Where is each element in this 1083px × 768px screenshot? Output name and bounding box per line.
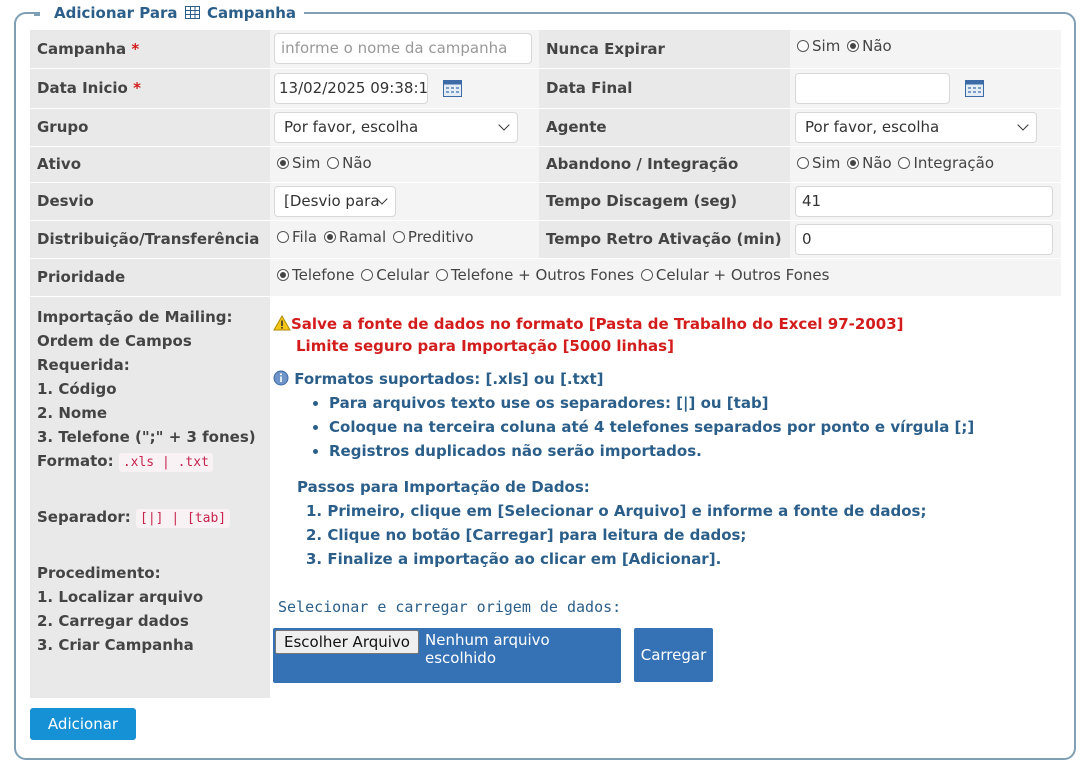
- abandono-sim-radio[interactable]: Sim: [797, 154, 842, 172]
- prioridade-celular-radio[interactable]: Celular: [361, 266, 431, 284]
- prioridade-label: Prioridade: [30, 258, 270, 297]
- import-steps: Passos para Importação de Dados: 1. Prim…: [297, 477, 927, 568]
- formato-code: .xls | .txt: [118, 452, 213, 472]
- abandono-label: Abandono / Integração: [539, 146, 790, 183]
- import-instructions: Importação de Mailing: Ordem de Campos R…: [30, 296, 270, 698]
- calendar-icon[interactable]: [964, 79, 984, 97]
- ativo-label: Ativo: [30, 146, 270, 183]
- file-name-text: Nenhum arquivo escolhido: [425, 630, 550, 667]
- tempo-discagem-label: Tempo Discagem (seg): [539, 182, 790, 221]
- desvio-label: Desvio: [30, 182, 270, 221]
- agente-label: Agente: [539, 108, 790, 147]
- ativo-sim-radio[interactable]: Sim: [277, 154, 322, 172]
- file-input[interactable]: Escolher Arquivo Nenhum arquivo escolhid…: [273, 627, 621, 683]
- campaign-form-table: Campanha * informe o nome da campanha Nu…: [30, 30, 1061, 698]
- import-panel: Salve a fonte de dados no formato [Pasta…: [270, 296, 1061, 698]
- prioridade-celular-outros-radio[interactable]: Celular + Outros Fones: [640, 266, 832, 284]
- prioridade-telefone-outros-radio[interactable]: Telefone + Outros Fones: [435, 266, 636, 284]
- load-button[interactable]: Carregar: [634, 627, 713, 682]
- chevron-down-icon: [1017, 118, 1029, 131]
- table-grid-icon: [184, 6, 200, 19]
- tempo-discagem-input[interactable]: 41: [795, 185, 1053, 217]
- ativo-nao-radio[interactable]: Não: [327, 154, 374, 172]
- data-final-input[interactable]: [795, 72, 950, 104]
- tempo-retro-label: Tempo Retro Ativação (min): [539, 220, 790, 259]
- chevron-down-icon: [498, 118, 510, 131]
- data-inicio-input[interactable]: 13/02/2025 09:38:1: [274, 72, 428, 104]
- import-warning: Salve a fonte de dados no formato [Pasta…: [273, 313, 1051, 357]
- warning-icon: [273, 314, 291, 330]
- nunca-expirar-nao-radio[interactable]: Não: [847, 37, 894, 55]
- campanha-input[interactable]: informe o nome da campanha: [274, 33, 532, 65]
- desvio-select[interactable]: [Desvio para: [274, 185, 396, 217]
- import-info: Formatos suportados: [.xls] ou [.txt] Pa…: [273, 367, 1051, 463]
- data-final-label: Data Final: [539, 68, 790, 109]
- campanha-label: Campanha *: [30, 30, 270, 69]
- distribuicao-ramal-radio[interactable]: Ramal: [323, 228, 388, 246]
- fieldset-legend: Adicionar Para Campanha: [40, 2, 305, 24]
- grupo-select[interactable]: Por favor, escolha: [274, 111, 518, 143]
- nunca-expirar-sim-radio[interactable]: Sim: [797, 37, 842, 55]
- abandono-integracao-radio[interactable]: Integração: [898, 154, 996, 172]
- prioridade-telefone-radio[interactable]: Telefone: [277, 266, 356, 284]
- tempo-retro-input[interactable]: 0: [795, 223, 1053, 255]
- distribuicao-label: Distribuição/Transferência: [30, 220, 270, 259]
- info-icon: [273, 370, 289, 385]
- nunca-expirar-label: Nunca Expirar: [539, 30, 790, 69]
- upload-label: Selecionar e carregar origem de dados:: [278, 597, 622, 616]
- abandono-nao-radio[interactable]: Não: [847, 154, 894, 172]
- data-inicio-label: Data Inicio *: [30, 68, 270, 109]
- distribuicao-preditivo-radio[interactable]: Preditivo: [392, 228, 476, 246]
- separador-code: [|] | [tab]: [136, 508, 231, 528]
- choose-file-button[interactable]: Escolher Arquivo: [275, 629, 419, 654]
- add-button[interactable]: Adicionar: [30, 708, 136, 740]
- agente-select[interactable]: Por favor, escolha: [795, 111, 1037, 143]
- grupo-label: Grupo: [30, 108, 270, 147]
- distribuicao-fila-radio[interactable]: Fila: [277, 228, 319, 246]
- calendar-icon[interactable]: [442, 79, 462, 97]
